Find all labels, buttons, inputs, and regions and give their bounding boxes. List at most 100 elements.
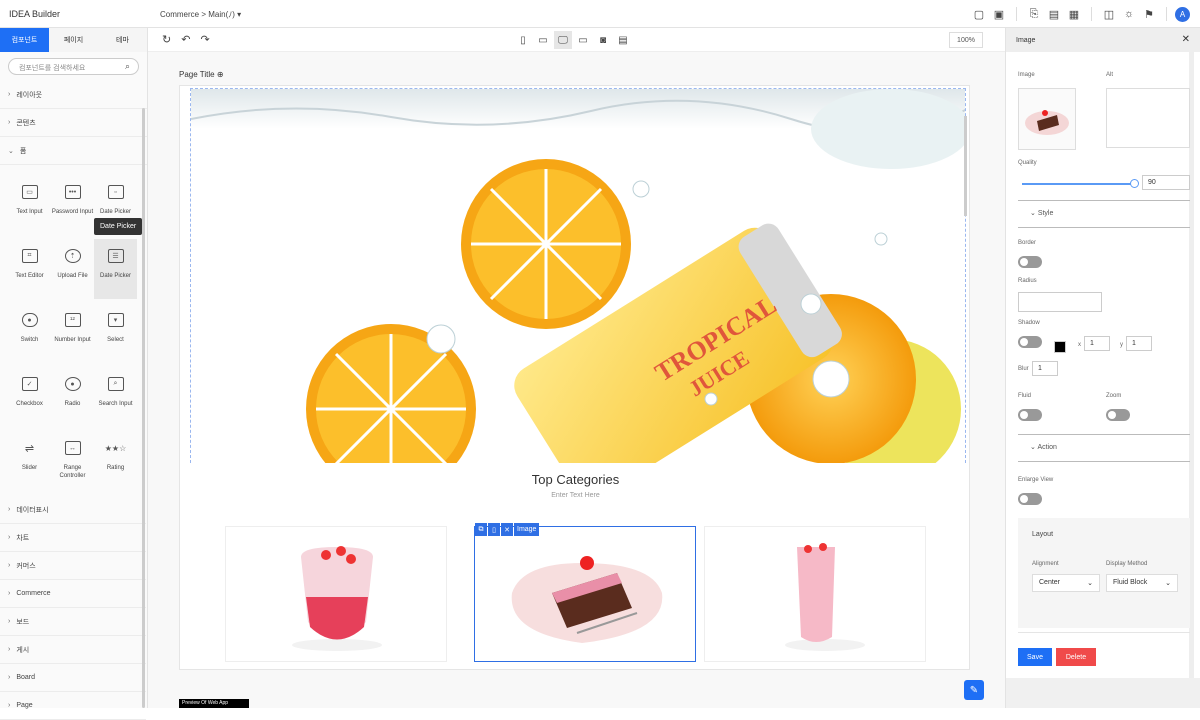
alignment-select[interactable]: Center ⌄ <box>1032 574 1100 592</box>
shadow-x-input[interactable]: 1 <box>1084 336 1110 351</box>
breadcrumb[interactable]: Commerce > Main(ﾉ) ▾ <box>160 9 241 20</box>
component-label: Select <box>107 337 124 343</box>
section-commerce-ko[interactable]: › 커머스 <box>0 552 146 580</box>
tab-components[interactable]: 컴포넌트 <box>0 28 49 52</box>
grid-icon[interactable]: ▦ <box>1065 5 1083 23</box>
save-button[interactable]: Save <box>1018 648 1052 666</box>
section-commerce[interactable]: › Commerce <box>0 580 146 608</box>
component-rating[interactable]: ★★☆ Rating <box>94 431 137 491</box>
category-card[interactable] <box>225 526 447 662</box>
shadow-color-swatch[interactable] <box>1054 341 1066 353</box>
wide-icon[interactable]: ◙ <box>594 31 612 49</box>
blur-input[interactable]: 1 <box>1032 361 1058 376</box>
section-board-ko[interactable]: › 보드 <box>0 608 146 636</box>
add-circle-icon[interactable]: ⊕ <box>217 70 224 79</box>
category-card-selected[interactable] <box>474 526 696 662</box>
copy-icon[interactable]: ⧉ <box>475 523 487 536</box>
radius-input[interactable] <box>1018 292 1102 312</box>
component-label: Date Picker <box>99 273 131 279</box>
component-checkbox[interactable]: ✓ Checkbox <box>8 367 51 427</box>
monitor-icon[interactable]: ▭ <box>574 31 592 49</box>
quality-slider-handle[interactable] <box>1130 179 1139 188</box>
undo-icon[interactable]: ↶ <box>181 33 190 46</box>
tab-pages[interactable]: 페이지 <box>49 28 98 52</box>
section-label: 차트 <box>16 534 30 542</box>
redo-icon[interactable]: ↷ <box>200 33 209 46</box>
page-canvas[interactable]: TROPICAL JUICE Top Categories Enter Text… <box>179 85 970 670</box>
component-text-editor[interactable]: ⌗ Text Editor <box>8 239 51 299</box>
section-label: 보드 <box>16 618 30 626</box>
alt-textarea[interactable] <box>1106 88 1190 148</box>
component-upload-file[interactable]: ⇡ Upload File <box>51 239 94 299</box>
component-password-input[interactable]: ••• Password Input <box>51 175 94 235</box>
component-search-input[interactable]: ⌕ Search Input <box>94 367 137 427</box>
chat-icon[interactable]: ✎ <box>964 680 984 700</box>
component-label: Range Controller <box>59 465 86 479</box>
shadow-y-input[interactable]: 1 <box>1126 336 1152 351</box>
code-icon[interactable]: ▣ <box>990 5 1008 23</box>
chevron-right-icon: › <box>8 91 11 98</box>
quality-slider[interactable] <box>1022 183 1132 185</box>
tablet-icon[interactable]: ▭ <box>534 31 552 49</box>
section-data-display[interactable]: › 데이터표시 <box>0 496 146 524</box>
section-form[interactable]: ⌄ 폼 <box>0 137 147 165</box>
fullscreen-icon[interactable]: ▤ <box>614 31 632 49</box>
file-icon[interactable]: ▤ <box>1045 5 1063 23</box>
quality-input[interactable]: 90 <box>1142 175 1190 190</box>
divider <box>1016 7 1017 21</box>
border-toggle[interactable] <box>1018 256 1042 268</box>
component-radio[interactable]: ● Radio <box>51 367 94 427</box>
section-board[interactable]: › Board <box>0 664 146 692</box>
category-card[interactable] <box>704 526 926 662</box>
section-post[interactable]: › 게시 <box>0 636 146 664</box>
shadow-toggle[interactable] <box>1018 336 1042 348</box>
display-method-label: Display Method <box>1106 561 1148 567</box>
hero-image[interactable]: TROPICAL JUICE <box>190 88 966 463</box>
component-range-controller[interactable]: ↔ Range Controller <box>51 431 94 491</box>
component-select[interactable]: ▾ Select <box>94 303 137 363</box>
sun-icon[interactable]: ☼ <box>1120 5 1138 23</box>
panel-scrollbar[interactable] <box>142 108 145 708</box>
export-icon[interactable]: ⎘ <box>1025 5 1043 23</box>
mobile-icon[interactable]: ▯ <box>514 31 532 49</box>
section-label: Commerce <box>16 590 51 597</box>
component-date-picker-selected[interactable]: ☰ Date Picker <box>94 239 137 299</box>
section-label: 레이아웃 <box>16 91 43 99</box>
fluid-toggle[interactable] <box>1018 409 1042 421</box>
refresh-icon[interactable]: ↻ <box>162 33 171 46</box>
style-section-toggle[interactable]: ⌄ Style <box>1030 209 1053 217</box>
page-scrollbar[interactable] <box>964 116 967 216</box>
delete-button[interactable]: Delete <box>1056 648 1096 666</box>
section-content[interactable]: › 콘텐츠 <box>0 109 147 137</box>
blur-label: Blur <box>1018 366 1029 372</box>
component-panel: 컴포넌트 페이지 테마 컴포넌트를 검색하세요 ⌕ › 레이아웃 › 콘텐츠 ⌄ 폼 … <box>0 28 148 720</box>
preview-icon[interactable]: ▢ <box>970 5 988 23</box>
chevron-right-icon: › <box>8 646 11 653</box>
component-search-input[interactable]: 컴포넌트를 검색하세요 ⌕ <box>8 58 139 75</box>
component-switch[interactable]: ● Switch <box>8 303 51 363</box>
zoom-toggle[interactable] <box>1106 409 1130 421</box>
zoom-level[interactable]: 100% <box>949 32 983 48</box>
close-icon[interactable]: ✕ <box>501 523 513 536</box>
flag-icon[interactable]: ⚑ <box>1140 5 1158 23</box>
action-section-toggle[interactable]: ⌄ Action <box>1030 443 1057 451</box>
tab-theme[interactable]: 테마 <box>98 28 147 52</box>
layout-icon[interactable]: ◫ <box>1100 5 1118 23</box>
section-chart[interactable]: › 차트 <box>0 524 146 552</box>
juice-illustration: TROPICAL JUICE <box>191 89 965 463</box>
component-text-input[interactable]: ▭ Text Input <box>8 175 51 235</box>
radius-label: Radius <box>1018 278 1037 284</box>
duplicate-icon[interactable]: ▯ <box>488 523 500 536</box>
avatar[interactable]: A <box>1175 6 1190 22</box>
section-page[interactable]: › Page <box>0 692 146 720</box>
chevron-right-icon: › <box>8 506 11 513</box>
component-slider[interactable]: ⇌ Slider <box>8 431 51 491</box>
enlarge-view-toggle[interactable] <box>1018 493 1042 505</box>
section-label: Board <box>16 674 36 681</box>
display-method-select[interactable]: Fluid Block ⌄ <box>1106 574 1178 592</box>
panel-footer <box>1006 678 1200 708</box>
section-layout[interactable]: › 레이아웃 <box>0 81 147 109</box>
desktop-icon[interactable]: 🖵 <box>554 31 572 49</box>
component-number-input[interactable]: ¹² Number Input <box>51 303 94 363</box>
image-thumbnail[interactable] <box>1018 88 1076 150</box>
